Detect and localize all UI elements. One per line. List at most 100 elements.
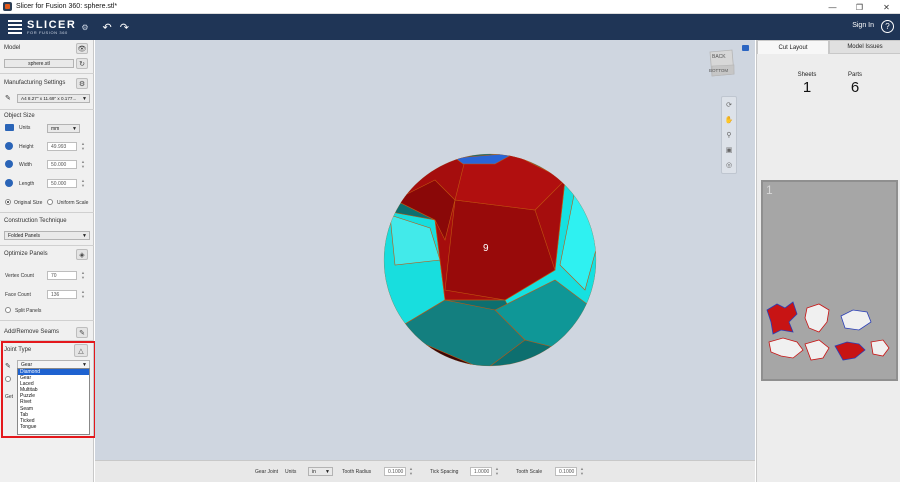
divider [0, 212, 94, 213]
navigation-bar: ⟳ ✋ ⚲ ▣ ◎ [721, 96, 737, 174]
split-panels-checkbox[interactable] [5, 307, 11, 313]
paper-size-select[interactable]: A4 8.27" x 11.69" x 0.177... ▼ [17, 94, 90, 103]
sheet-preview[interactable]: 1 [761, 180, 898, 381]
close-icon[interactable]: ✕ [873, 0, 900, 14]
units-label: Units [19, 125, 31, 131]
tooth-radius-field[interactable]: 0.1000 [384, 467, 406, 476]
refresh-icon[interactable]: ↻ [76, 58, 88, 69]
help-icon[interactable]: ? [881, 20, 894, 33]
construction-value: Folded Panels [8, 232, 40, 239]
tick-spacing-stepper[interactable]: ▲ ▼ [494, 466, 500, 477]
chevron-down-icon: ▼ [82, 96, 87, 102]
gear-joint-label: Gear Joint [255, 469, 279, 475]
optimize-title: Optimize Panels [4, 251, 48, 257]
sign-in-link[interactable]: Sign In [852, 22, 874, 29]
length-field[interactable]: 50.000 [47, 179, 77, 188]
orbit-icon[interactable]: ⟳ [726, 101, 732, 109]
sheets-label: Sheets [797, 72, 817, 78]
face-count-field[interactable]: 136 [47, 290, 77, 299]
restore-icon[interactable]: ❐ [846, 0, 873, 14]
original-size-label: Original Size [14, 200, 43, 206]
length-label: Length [19, 181, 35, 187]
bottom-units-value: in [312, 468, 316, 475]
units-icon [5, 124, 14, 131]
minimize-icon[interactable]: — [819, 0, 846, 14]
redo-icon[interactable]: ↷ [120, 21, 129, 34]
face-number-label: 9 [483, 243, 489, 254]
split-panels-label: Split Panels [15, 308, 42, 314]
parts-value: 6 [850, 79, 860, 96]
parts-stat: Parts 6 [837, 72, 873, 96]
vertex-count-field[interactable]: 70 [47, 271, 77, 280]
tooth-radius-stepper[interactable]: ▲ ▼ [408, 466, 414, 477]
tooth-scale-label: Tooth Scale [516, 469, 543, 475]
uniform-scale-radio[interactable] [47, 199, 53, 205]
chevron-down-icon: ▼ [72, 126, 77, 132]
vertex-count-label: Vertex Count [5, 273, 34, 279]
brand: SLICER FOR FUSION 360 ⚙ [8, 18, 89, 35]
zoom-icon[interactable]: ⚲ [726, 131, 731, 139]
tab-cut-layout[interactable]: Cut Layout [757, 40, 829, 54]
width-icon [5, 160, 13, 168]
construction-select[interactable]: Folded Panels ▼ [4, 231, 90, 240]
model-section-title: Model [4, 45, 21, 51]
manufacturing-gear-icon[interactable]: ⚙ [76, 78, 88, 89]
seams-title: Add/Remove Seams [4, 329, 60, 335]
tick-spacing-label: Tick Spacing [430, 469, 459, 475]
view-cube[interactable]: BACK BOTTOM [706, 48, 736, 82]
pencil-icon[interactable]: ✎ [5, 94, 11, 102]
divider [0, 245, 94, 246]
joint-options-bar: Gear Joint Units in ▼ Tooth Radius 0.100… [95, 460, 755, 482]
height-label: Height [19, 144, 34, 150]
bottom-units-select[interactable]: in ▼ [308, 467, 333, 476]
highlight-annotation [1, 341, 96, 438]
eraser-icon[interactable]: ◈ [76, 249, 88, 260]
undo-icon[interactable]: ↶ [103, 21, 112, 34]
divider [0, 109, 94, 110]
brand-subtitle: FOR FUSION 360 [27, 29, 68, 35]
sphere-model[interactable]: 9 [95, 40, 755, 460]
manufacturing-title: Manufacturing Settings [4, 80, 66, 86]
height-stepper[interactable]: ▲ ▼ [80, 141, 86, 152]
settings-gear-icon[interactable]: ⚙ [81, 23, 88, 32]
divider [0, 73, 94, 74]
tab-model-issues[interactable]: Model Issues [829, 40, 900, 54]
units-value: mm [51, 125, 60, 132]
tick-spacing-field[interactable]: 1.0000 [470, 467, 492, 476]
eye-icon[interactable]: 👁 [76, 43, 88, 54]
vertex-count-stepper[interactable]: ▲ ▼ [80, 270, 86, 281]
width-stepper[interactable]: ▲ ▼ [80, 159, 86, 170]
tooth-scale-stepper[interactable]: ▲ ▼ [579, 466, 585, 477]
slicer-logo-icon [8, 20, 22, 34]
cut-parts-preview [766, 301, 890, 361]
face-count-stepper[interactable]: ▲ ▼ [80, 289, 86, 300]
window-titlebar: Slicer for Fusion 360: sphere.stl* — ❐ ✕ [0, 0, 900, 14]
3d-viewport[interactable]: 9 BACK BOTTOM ⟳ ✋ ⚲ ▣ ◎ [95, 40, 755, 460]
fit-icon[interactable]: ▣ [726, 146, 733, 154]
seam-tool-icon[interactable]: ✎ [76, 327, 88, 338]
height-field[interactable]: 49.993 [47, 142, 77, 151]
app-icon [3, 2, 12, 11]
length-icon [5, 179, 13, 187]
viewcube-back-label: BACK [712, 54, 726, 60]
height-icon [5, 142, 13, 150]
tooth-scale-field[interactable]: 0.1000 [555, 467, 577, 476]
pan-hand-icon[interactable]: ✋ [725, 116, 734, 124]
width-field[interactable]: 50.000 [47, 160, 77, 169]
tooth-radius-label: Tooth Radius [342, 469, 372, 475]
original-size-radio[interactable] [5, 199, 11, 205]
face-count-label: Face Count [5, 292, 31, 298]
look-icon[interactable]: ◎ [726, 161, 732, 169]
chevron-down-icon: ▼ [325, 469, 330, 475]
units-select[interactable]: mm ▼ [47, 124, 80, 133]
paper-size-value: A4 8.27" x 11.69" x 0.177... [21, 96, 77, 101]
sheets-value: 1 [802, 79, 812, 96]
chevron-down-icon: ▼ [82, 233, 87, 239]
panel-toggle-icon[interactable] [742, 45, 749, 51]
brand-name: SLICER [27, 18, 77, 31]
model-file-button[interactable]: sphere.stl [4, 59, 74, 68]
length-stepper[interactable]: ▲ ▼ [80, 178, 86, 189]
window-title: Slicer for Fusion 360: sphere.stl* [16, 3, 118, 10]
viewcube-bottom-label: BOTTOM [709, 68, 729, 73]
width-label: Width [19, 162, 32, 168]
